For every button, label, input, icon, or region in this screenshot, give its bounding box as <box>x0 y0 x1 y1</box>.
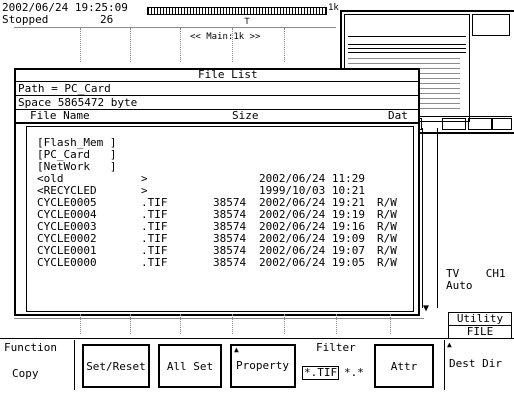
path-label: Path = PC_Card <box>18 82 111 95</box>
dest-dir-up-arrow-icon: ▲ <box>447 340 452 349</box>
file-tab[interactable]: FILE <box>448 325 512 339</box>
dest-dir-softkey[interactable]: ▲ Dest Dir <box>444 340 513 390</box>
dest-dir-label: Dest Dir <box>449 357 502 370</box>
trigger-marker-icon: ⊤ <box>244 16 251 27</box>
column-header-size: Size <box>232 109 259 122</box>
file-name: CYCLE0000 <box>37 256 97 269</box>
scroll-down-arrow-icon[interactable]: ▼ <box>423 304 429 314</box>
column-header-date: Dat <box>388 109 408 122</box>
all-set-button[interactable]: All Set <box>158 344 222 388</box>
filter-softkey[interactable]: Filter *.TIF *.* <box>302 340 364 390</box>
function-value: Copy <box>12 367 39 380</box>
space-label: Space 5865472 byte <box>18 96 138 109</box>
column-header-name: File Name <box>30 109 90 122</box>
utility-label: Utility <box>448 312 512 326</box>
property-up-arrow-icon: ▲ <box>234 345 239 354</box>
function-label: Function <box>4 341 57 354</box>
file-list-box[interactable]: [Flash_Mem ] [PC_Card ] [NetWork ] <old >… <box>26 126 414 312</box>
filter-label: Filter <box>316 341 356 354</box>
file-date: 2002/06/24 19:05 <box>259 256 365 269</box>
property-softkey[interactable]: ▲ Property <box>230 344 296 388</box>
function-softkey[interactable]: Function Copy <box>2 340 75 390</box>
memory-label: 1k <box>328 3 339 13</box>
file-list-panel: File List Path = PC_Card Space 5865472 b… <box>14 68 420 316</box>
set-reset-button[interactable]: Set/Reset <box>82 344 150 388</box>
property-label: Property <box>236 359 289 372</box>
memory-bar <box>147 7 327 15</box>
trigger-mode: Auto <box>446 279 473 292</box>
attr-button[interactable]: Attr <box>374 344 434 388</box>
file-attr: R/W <box>377 256 397 269</box>
acquisition-state: Stopped <box>2 13 49 26</box>
acquisition-count: 26 <box>100 13 114 26</box>
filter-option-tif[interactable]: *.TIF <box>302 366 340 380</box>
file-size: 38574 <box>213 256 247 269</box>
filter-option-all[interactable]: *.* <box>344 367 364 379</box>
main-timebase-label: << Main:1k >> <box>190 32 261 42</box>
file-row[interactable]: CYCLE0000 .TIF 38574 2002/06/24 19:05 R/W <box>37 257 397 269</box>
file-list-title: File List <box>198 68 258 81</box>
scroll-track[interactable] <box>422 128 438 308</box>
file-ext: .TIF <box>141 256 168 269</box>
